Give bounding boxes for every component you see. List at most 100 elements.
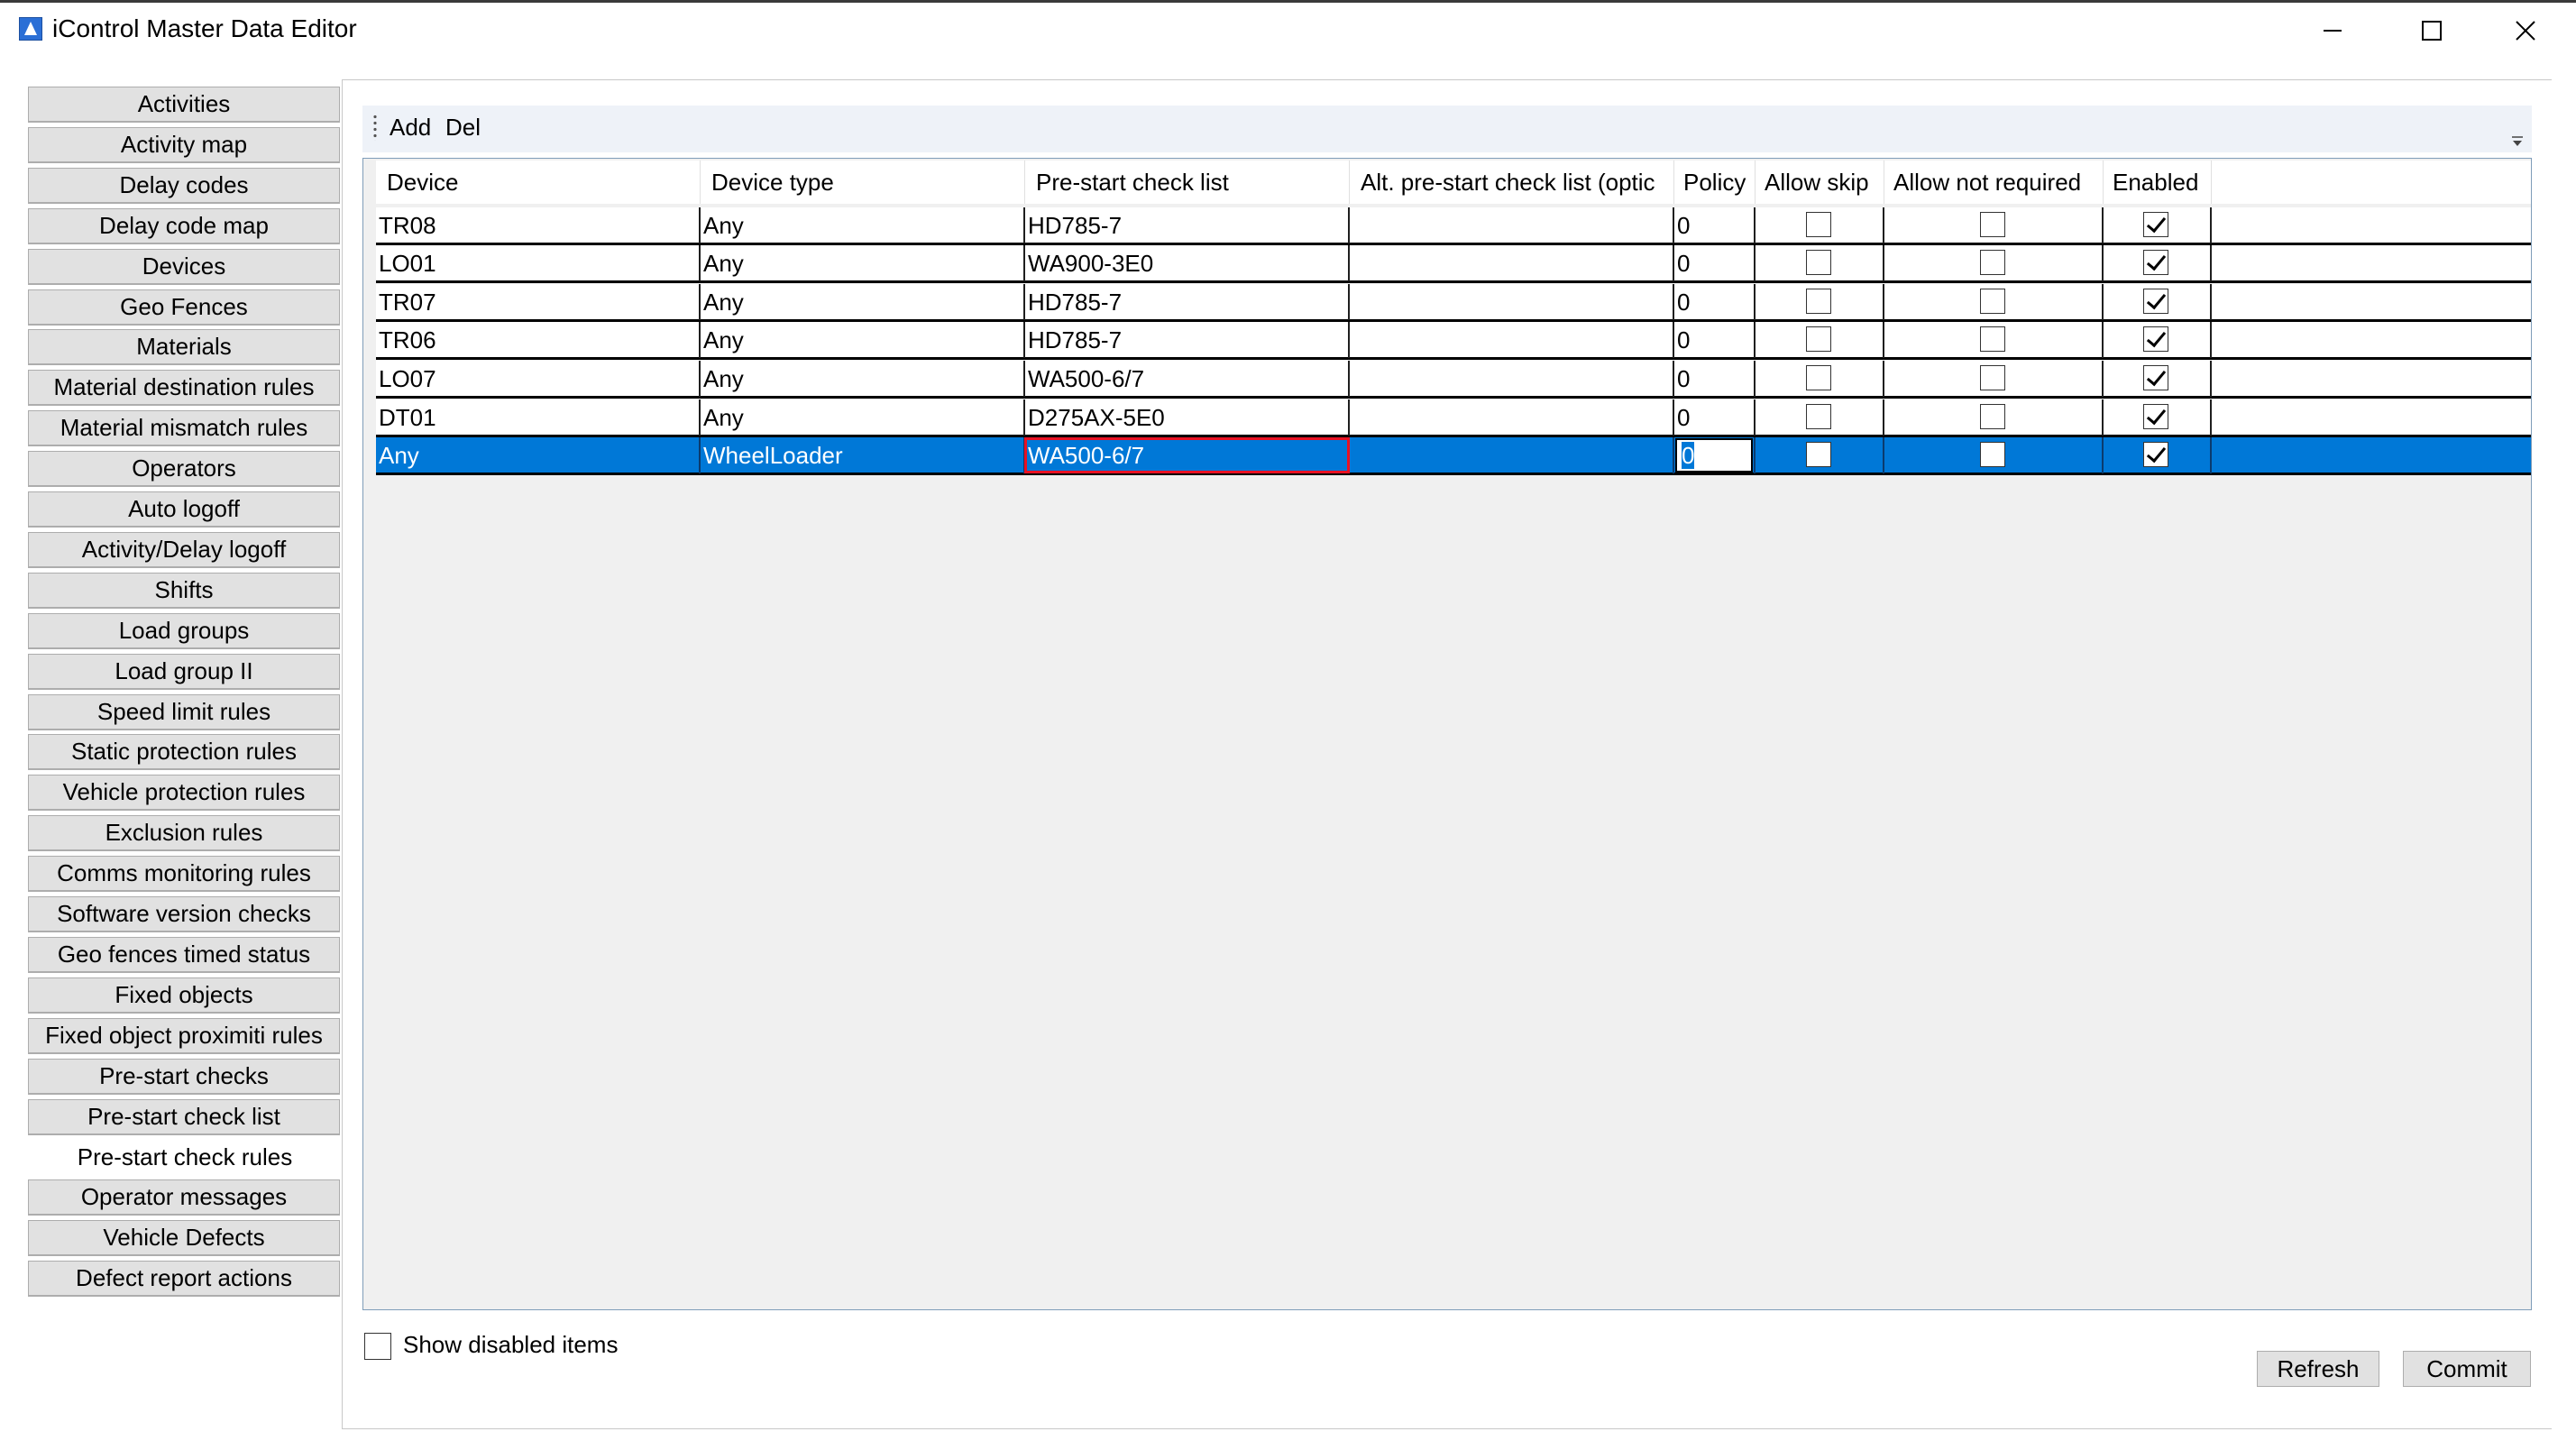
cell-alt-checklist[interactable] [1350,322,1674,358]
sidebar-item-comms-monitoring-rules[interactable]: Comms monitoring rules [28,856,340,892]
cell-device-type[interactable]: Any [701,399,1025,436]
enabled-checkbox[interactable] [2143,250,2168,275]
sidebar-item-load-groups[interactable]: Load groups [28,613,340,649]
sidebar-item-operator-messages[interactable]: Operator messages [28,1179,340,1216]
allow-skip-checkbox[interactable] [1806,442,1831,467]
sidebar-item-exclusion-rules[interactable]: Exclusion rules [28,815,340,851]
maximize-button[interactable] [2391,9,2472,52]
cell-device[interactable]: TR08 [376,207,701,243]
cell-policy[interactable]: 0 [1674,284,1756,320]
sidebar-item-static-protection-rules[interactable]: Static protection rules [28,734,340,770]
cell-checklist[interactable]: HD785-7 [1025,322,1350,358]
cell-checklist[interactable]: HD785-7 [1025,207,1350,243]
allow-not-required-checkbox[interactable] [1980,365,2005,390]
cell-device[interactable]: Any [376,437,701,473]
column-header-enabled[interactable]: Enabled [2104,161,2212,204]
policy-edit-input[interactable]: 0 [1675,438,1753,473]
sidebar-item-materials[interactable]: Materials [28,329,340,365]
sidebar-item-geo-fences[interactable]: Geo Fences [28,289,340,326]
sidebar-item-delay-code-map[interactable]: Delay code map [28,208,340,244]
cell-alt-checklist[interactable] [1350,284,1674,320]
delete-button[interactable]: Del [445,114,481,142]
sidebar-item-fixed-object-proximiti-rules[interactable]: Fixed object proximiti rules [28,1018,340,1054]
allow-not-required-checkbox[interactable] [1980,404,2005,429]
sidebar-item-material-destination-rules[interactable]: Material destination rules [28,370,340,406]
sidebar-item-geo-fences-timed-status[interactable]: Geo fences timed status [28,937,340,973]
cell-checklist[interactable]: WA500-6/7 [1025,361,1350,397]
add-button[interactable]: Add [390,114,431,142]
sidebar-item-vehicle-protection-rules[interactable]: Vehicle protection rules [28,775,340,811]
table-row[interactable]: DT01 Any D275AX-5E0 0 [376,399,2531,437]
sidebar-item-shifts[interactable]: Shifts [28,573,340,609]
sidebar-item-delay-codes[interactable]: Delay codes [28,168,340,204]
table-row[interactable]: TR08 Any HD785-7 0 [376,207,2531,245]
sidebar-item-speed-limit-rules[interactable]: Speed limit rules [28,694,340,730]
allow-skip-checkbox[interactable] [1806,212,1831,237]
column-header-allow-skip[interactable]: Allow skip [1756,161,1884,204]
allow-not-required-checkbox[interactable] [1980,212,2005,237]
allow-skip-checkbox[interactable] [1806,365,1831,390]
cell-checklist[interactable]: WA900-3E0 [1025,245,1350,281]
sidebar-item-pre-start-check-list[interactable]: Pre-start check list [28,1099,340,1135]
cell-checklist[interactable]: D275AX-5E0 [1025,399,1350,436]
sidebar-item-fixed-objects[interactable]: Fixed objects [28,977,340,1014]
allow-not-required-checkbox[interactable] [1980,250,2005,275]
enabled-checkbox[interactable] [2143,365,2168,390]
cell-alt-checklist[interactable] [1350,207,1674,243]
cell-device[interactable]: TR06 [376,322,701,358]
sidebar-item-activity-delay-logoff[interactable]: Activity/Delay logoff [28,532,340,568]
table-row[interactable]: Any WheelLoader WA500-6/7 [376,437,2531,475]
allow-skip-checkbox[interactable] [1806,289,1831,314]
sidebar-item-devices[interactable]: Devices [28,249,340,285]
enabled-checkbox[interactable] [2143,442,2168,467]
table-row[interactable]: LO01 Any WA900-3E0 0 [376,245,2531,283]
column-header-device-type[interactable]: Device type [701,161,1025,204]
cell-device-type[interactable]: Any [701,322,1025,358]
allow-skip-checkbox[interactable] [1806,404,1831,429]
sidebar-item-auto-logoff[interactable]: Auto logoff [28,491,340,528]
cell-alt-checklist[interactable] [1350,245,1674,281]
sidebar-item-vehicle-defects[interactable]: Vehicle Defects [28,1220,340,1256]
enabled-checkbox[interactable] [2143,326,2168,352]
cell-checklist[interactable]: WA500-6/7 [1025,437,1350,473]
refresh-button[interactable]: Refresh [2257,1351,2379,1387]
allow-not-required-checkbox[interactable] [1980,442,2005,467]
allow-skip-checkbox[interactable] [1806,250,1831,275]
enabled-checkbox[interactable] [2143,289,2168,314]
cell-policy[interactable]: 0 [1674,399,1756,436]
enabled-checkbox[interactable] [2143,404,2168,429]
sidebar-item-activity-map[interactable]: Activity map [28,127,340,163]
column-header-pre-start-check-list[interactable]: Pre-start check list [1025,161,1350,204]
allow-not-required-checkbox[interactable] [1980,289,2005,314]
sidebar-item-operators[interactable]: Operators [28,451,340,487]
show-disabled-checkbox[interactable] [364,1333,391,1360]
cell-device-type[interactable]: Any [701,207,1025,243]
cell-device-type[interactable]: Any [701,361,1025,397]
column-header-device[interactable]: Device [376,161,701,204]
cell-checklist[interactable]: HD785-7 [1025,284,1350,320]
cell-alt-checklist[interactable] [1350,361,1674,397]
allow-not-required-checkbox[interactable] [1980,326,2005,352]
cell-policy[interactable]: 0 [1674,207,1756,243]
sidebar-item-pre-start-checks[interactable]: Pre-start checks [28,1059,340,1095]
cell-alt-checklist[interactable] [1350,399,1674,436]
toolbar-overflow-icon[interactable] [2510,135,2525,148]
column-header-allow-not-required[interactable]: Allow not required [1884,161,2104,204]
column-header-alt-pre-start-check-list-optic[interactable]: Alt. pre-start check list (optic [1350,161,1674,204]
enabled-checkbox[interactable] [2143,212,2168,237]
sidebar-item-load-group-ii[interactable]: Load group II [28,654,340,690]
cell-device[interactable]: LO01 [376,245,701,281]
table-row[interactable]: TR06 Any HD785-7 0 [376,322,2531,360]
cell-device[interactable]: TR07 [376,284,701,320]
sidebar-item-defect-report-actions[interactable]: Defect report actions [28,1261,340,1297]
cell-device-type[interactable]: Any [701,245,1025,281]
cell-policy[interactable]: 0 [1674,361,1756,397]
close-button[interactable] [2485,9,2566,52]
cell-device[interactable]: DT01 [376,399,701,436]
cell-policy[interactable]: 0 [1674,245,1756,281]
sidebar-item-software-version-checks[interactable]: Software version checks [28,896,340,932]
cell-alt-checklist[interactable] [1350,437,1674,473]
table-row[interactable]: LO07 Any WA500-6/7 0 [376,361,2531,399]
sidebar-item-material-mismatch-rules[interactable]: Material mismatch rules [28,410,340,446]
sidebar-item-activities[interactable]: Activities [28,87,340,123]
